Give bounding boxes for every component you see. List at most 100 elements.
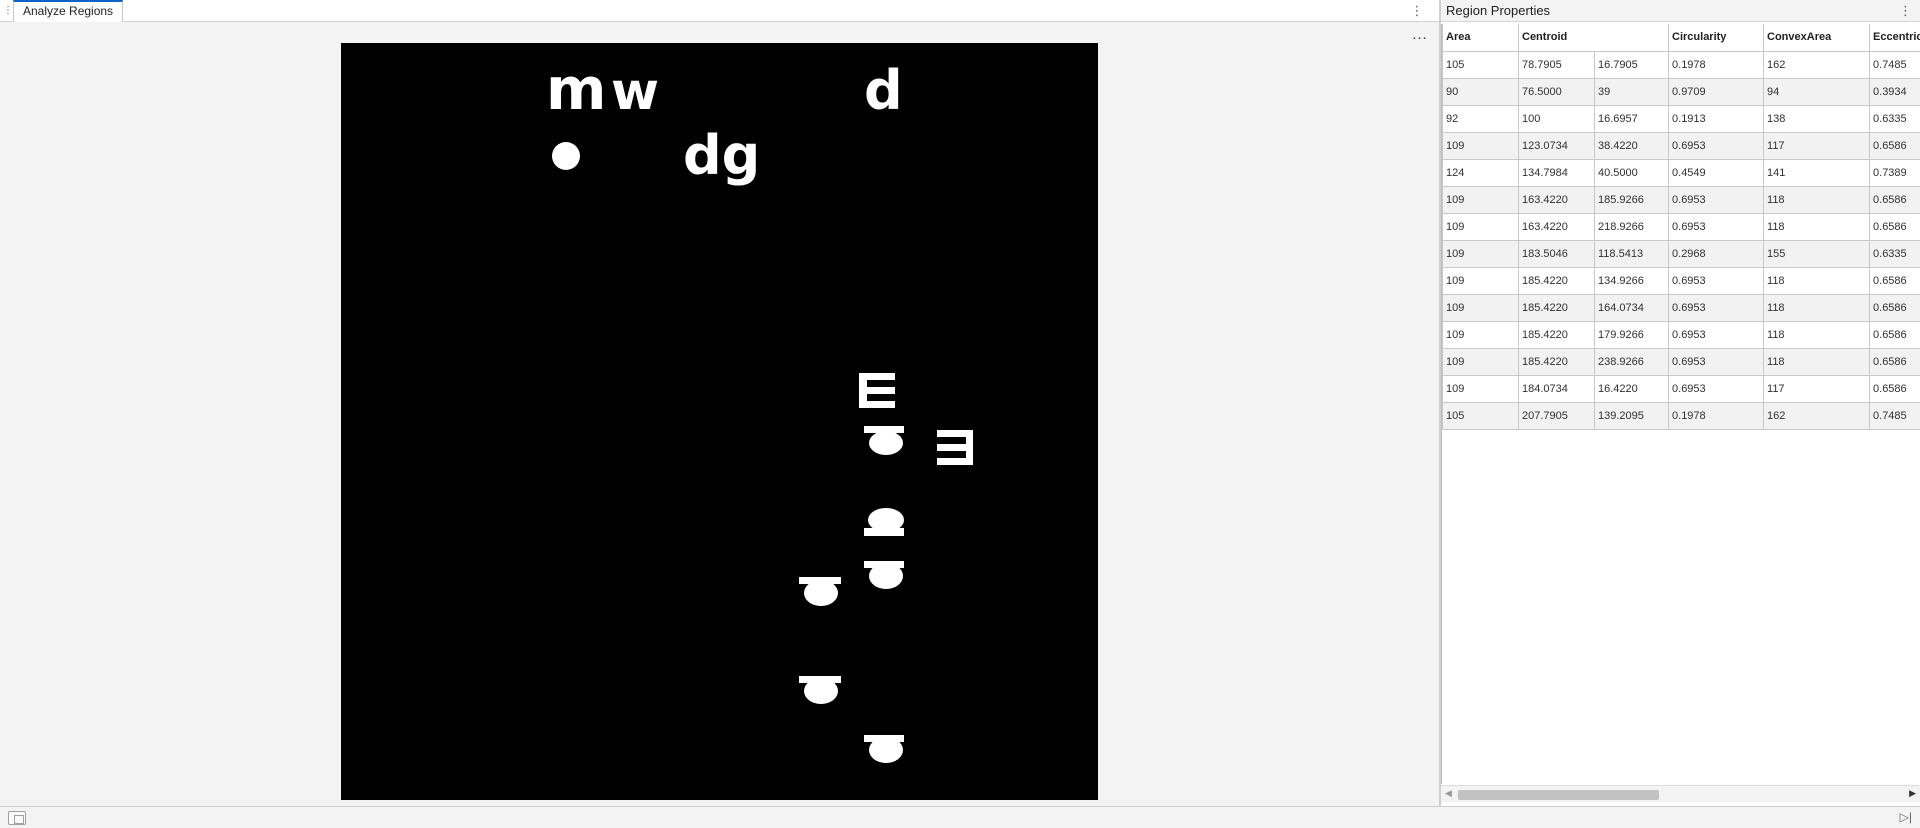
- table-cell[interactable]: 183.5046: [1518, 239, 1595, 268]
- table-cell[interactable]: 100: [1518, 104, 1595, 133]
- table-row[interactable]: 109 183.5046 118.5413 0.2968 155 0.6335: [1442, 239, 1920, 268]
- column-header-circularity[interactable]: Circularity: [1668, 24, 1765, 52]
- table-cell[interactable]: 0.1978: [1668, 401, 1765, 430]
- table-row[interactable]: 124 134.7984 40.5000 0.4549 141 0.7389: [1442, 158, 1920, 187]
- table-row[interactable]: 109 184.0734 16.4220 0.6953 117 0.6586: [1442, 374, 1920, 403]
- table-cell[interactable]: 0.7485: [1869, 401, 1920, 430]
- table-cell[interactable]: 0.7389: [1869, 158, 1920, 187]
- table-cell[interactable]: 109: [1442, 212, 1519, 241]
- table-cell[interactable]: 109: [1442, 239, 1519, 268]
- table-cell[interactable]: 0.6953: [1668, 374, 1765, 403]
- table-cell[interactable]: 163.4220: [1518, 185, 1595, 214]
- table-cell[interactable]: 0.1913: [1668, 104, 1765, 133]
- column-header-area[interactable]: Area: [1442, 24, 1519, 52]
- table-cell[interactable]: 238.9266: [1593, 347, 1670, 376]
- table-cell[interactable]: 40.5000: [1593, 158, 1670, 187]
- table-cell[interactable]: 109: [1442, 131, 1519, 160]
- table-cell[interactable]: 109: [1442, 374, 1519, 403]
- table-row[interactable]: 109 123.0734 38.4220 0.6953 117 0.6586: [1442, 131, 1920, 160]
- table-cell[interactable]: 0.1978: [1668, 50, 1765, 79]
- table-cell[interactable]: 118: [1763, 293, 1871, 322]
- table-cell[interactable]: 134.7984: [1518, 158, 1595, 187]
- properties-table[interactable]: Area Centroid Circularity ConvexArea Ecc…: [1442, 24, 1920, 430]
- table-cell[interactable]: 138: [1763, 104, 1871, 133]
- axes-toolbar-icon[interactable]: …: [1410, 27, 1430, 44]
- table-row[interactable]: 109 163.4220 185.9266 0.6953 118 0.6586: [1442, 185, 1920, 214]
- table-cell[interactable]: 141: [1763, 158, 1871, 187]
- table-cell[interactable]: 0.3934: [1869, 77, 1920, 106]
- table-cell[interactable]: 0.6953: [1668, 266, 1765, 295]
- collapse-right-icon[interactable]: ▷|: [1900, 810, 1912, 824]
- table-cell[interactable]: 105: [1442, 50, 1519, 79]
- table-row[interactable]: 105 78.7905 16.7905 0.1978 162 0.7485: [1442, 50, 1920, 79]
- table-cell[interactable]: 184.0734: [1518, 374, 1595, 403]
- table-cell[interactable]: 118.5413: [1593, 239, 1670, 268]
- table-cell[interactable]: 164.0734: [1593, 293, 1670, 322]
- table-row[interactable]: 109 185.4220 179.9266 0.6953 118 0.6586: [1442, 320, 1920, 349]
- properties-table-container[interactable]: Area Centroid Circularity ConvexArea Ecc…: [1441, 24, 1920, 784]
- table-cell[interactable]: 0.6953: [1668, 347, 1765, 376]
- table-cell[interactable]: 117: [1763, 131, 1871, 160]
- table-cell[interactable]: 124: [1442, 158, 1519, 187]
- table-cell[interactable]: 0.6335: [1869, 239, 1920, 268]
- table-row[interactable]: 109 185.4220 164.0734 0.6953 118 0.6586: [1442, 293, 1920, 322]
- tab-analyze-regions[interactable]: Analyze Regions: [13, 0, 124, 22]
- table-cell[interactable]: 162: [1763, 401, 1871, 430]
- table-cell[interactable]: 16.7905: [1593, 50, 1670, 79]
- scroll-left-icon[interactable]: ◀: [1445, 788, 1452, 799]
- table-row[interactable]: 109 185.4220 238.9266 0.6953 118 0.6586: [1442, 347, 1920, 376]
- table-cell[interactable]: 109: [1442, 293, 1519, 322]
- table-cell[interactable]: 118: [1763, 212, 1871, 241]
- binary-image-view[interactable]: m w d dg: [341, 43, 1098, 800]
- column-header-convexarea[interactable]: ConvexArea: [1763, 24, 1871, 52]
- table-cell[interactable]: 76.5000: [1518, 77, 1595, 106]
- table-cell[interactable]: 0.6953: [1668, 320, 1765, 349]
- table-cell[interactable]: 109: [1442, 320, 1519, 349]
- table-cell[interactable]: 0.6335: [1869, 104, 1920, 133]
- table-cell[interactable]: 0.7485: [1869, 50, 1920, 79]
- table-row[interactable]: 109 185.4220 134.9266 0.6953 118 0.6586: [1442, 266, 1920, 295]
- table-cell[interactable]: 78.7905: [1518, 50, 1595, 79]
- panel-toggle-icon[interactable]: [8, 811, 26, 825]
- table-cell[interactable]: 0.6953: [1668, 212, 1765, 241]
- table-cell[interactable]: 109: [1442, 347, 1519, 376]
- table-cell[interactable]: 39: [1593, 77, 1670, 106]
- table-cell[interactable]: 155: [1763, 239, 1871, 268]
- table-cell[interactable]: 118: [1763, 320, 1871, 349]
- table-cell[interactable]: 134.9266: [1593, 266, 1670, 295]
- table-cell[interactable]: 218.9266: [1593, 212, 1670, 241]
- table-cell[interactable]: 0.6953: [1668, 131, 1765, 160]
- table-cell[interactable]: 118: [1763, 266, 1871, 295]
- table-cell[interactable]: 90: [1442, 77, 1519, 106]
- table-cell[interactable]: 139.2095: [1593, 401, 1670, 430]
- grip-icon[interactable]: ⋮: [3, 4, 13, 18]
- table-cell[interactable]: 0.9709: [1668, 77, 1765, 106]
- table-cell[interactable]: 117: [1763, 374, 1871, 403]
- table-cell[interactable]: 185.4220: [1518, 347, 1595, 376]
- table-cell[interactable]: 118: [1763, 185, 1871, 214]
- table-cell[interactable]: 105: [1442, 401, 1519, 430]
- table-cell[interactable]: 0.6586: [1869, 212, 1920, 241]
- table-cell[interactable]: 0.4549: [1668, 158, 1765, 187]
- table-cell[interactable]: 109: [1442, 185, 1519, 214]
- column-header-eccentricity[interactable]: Eccentric: [1869, 24, 1920, 52]
- table-cell[interactable]: 163.4220: [1518, 212, 1595, 241]
- table-cell[interactable]: 185.4220: [1518, 293, 1595, 322]
- table-cell[interactable]: 118: [1763, 347, 1871, 376]
- table-cell[interactable]: 0.6586: [1869, 131, 1920, 160]
- table-cell[interactable]: 185.4220: [1518, 266, 1595, 295]
- table-cell[interactable]: 0.6586: [1869, 266, 1920, 295]
- table-cell[interactable]: 0.6586: [1869, 374, 1920, 403]
- table-cell[interactable]: 207.7905: [1518, 401, 1595, 430]
- table-cell[interactable]: 0.6953: [1668, 185, 1765, 214]
- table-cell[interactable]: 38.4220: [1593, 131, 1670, 160]
- table-row[interactable]: 90 76.5000 39 0.9709 94 0.3934: [1442, 77, 1920, 106]
- table-cell[interactable]: 185.9266: [1593, 185, 1670, 214]
- table-cell[interactable]: 0.6586: [1869, 347, 1920, 376]
- table-cell[interactable]: 0.2968: [1668, 239, 1765, 268]
- table-cell[interactable]: 179.9266: [1593, 320, 1670, 349]
- table-cell[interactable]: 123.0734: [1518, 131, 1595, 160]
- column-header-centroid[interactable]: Centroid: [1517, 24, 1670, 52]
- table-cell[interactable]: 109: [1442, 266, 1519, 295]
- scrollbar-thumb[interactable]: [1458, 790, 1659, 800]
